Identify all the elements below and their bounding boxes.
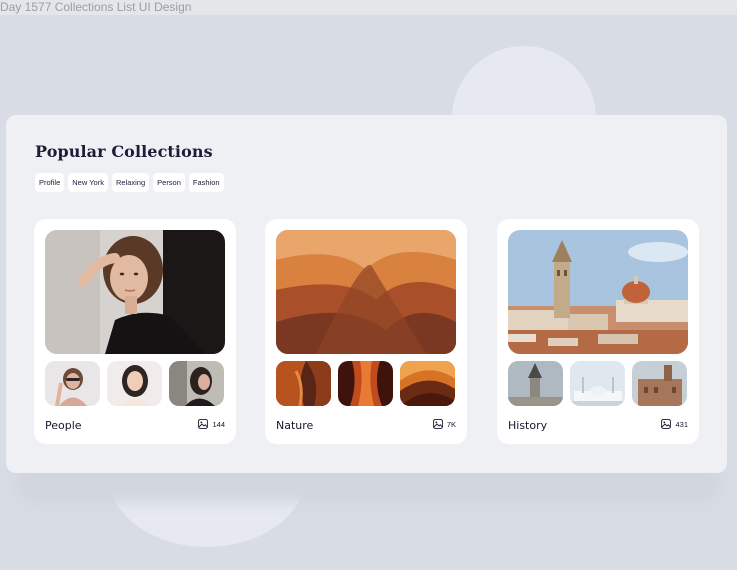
collection-name: Nature <box>276 419 314 432</box>
people-hero-photo[interactable] <box>45 230 225 354</box>
history-hero-photo[interactable] <box>508 230 688 354</box>
tag-relaxing[interactable]: Relaxing <box>111 173 150 192</box>
history-thumb-2-photo[interactable] <box>570 361 625 406</box>
image-icon <box>432 419 443 429</box>
people-thumb-1-photo[interactable] <box>45 361 100 406</box>
history-thumb-3-photo[interactable] <box>632 361 687 406</box>
people-thumb-3-photo[interactable] <box>169 361 224 406</box>
collections-panel: Popular Collections Profile New York Rel… <box>6 115 727 473</box>
tag-profile[interactable]: Profile <box>35 173 65 192</box>
nature-thumb-3-photo[interactable] <box>400 361 455 406</box>
image-icon <box>198 419 209 429</box>
collection-name: History <box>508 419 548 432</box>
section-title: Popular Collections <box>35 142 213 161</box>
collection-card-history[interactable]: History 431 <box>497 219 699 444</box>
nature-thumb-2-photo[interactable] <box>338 361 393 406</box>
people-thumb-2-photo[interactable] <box>107 361 162 406</box>
collection-card-people[interactable]: People 144 <box>34 219 236 444</box>
frame-title: Day 1577 Collections List UI Design <box>0 0 737 15</box>
collection-card-nature[interactable]: Nature 7K <box>265 219 467 444</box>
nature-thumb-1-photo[interactable] <box>276 361 331 406</box>
collection-count: 144 <box>198 419 225 429</box>
history-thumb-1-photo[interactable] <box>508 361 563 406</box>
image-count: 431 <box>675 419 688 429</box>
image-count: 144 <box>212 419 225 429</box>
nature-thumbnails <box>276 361 455 406</box>
history-thumbnails <box>508 361 687 406</box>
tag-person[interactable]: Person <box>153 173 185 192</box>
tag-new-york[interactable]: New York <box>68 173 108 192</box>
nature-hero-photo[interactable] <box>276 230 456 354</box>
people-thumbnails <box>45 361 224 406</box>
collection-count: 7K <box>432 419 456 429</box>
tag-list: Profile New York Relaxing Person Fashion <box>35 173 224 192</box>
collection-name: People <box>45 419 82 432</box>
image-icon <box>661 419 672 429</box>
image-count: 7K <box>446 419 456 429</box>
tag-fashion[interactable]: Fashion <box>188 173 224 192</box>
collection-count: 431 <box>661 419 688 429</box>
